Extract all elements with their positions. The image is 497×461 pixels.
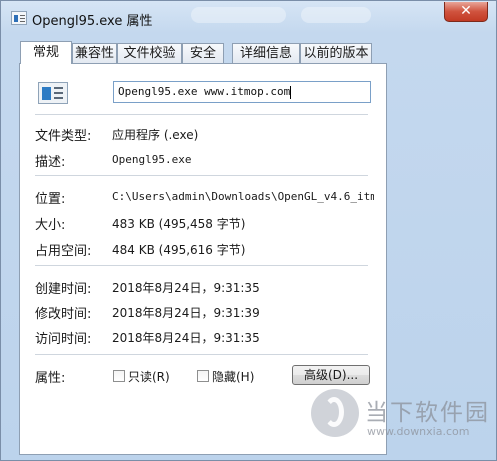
size-on-disk-value: 484 KB (495,616 字节) bbox=[112, 243, 246, 257]
modified-label: 修改时间: bbox=[35, 307, 92, 322]
title-blur-decoration bbox=[301, 7, 371, 23]
tab-details[interactable]: 详细信息 bbox=[232, 43, 300, 63]
size-value: 483 KB (495,458 字节) bbox=[112, 217, 246, 231]
file-type-label: 文件类型: bbox=[35, 129, 92, 144]
created-value: 2018年8月24日，9:31:35 bbox=[112, 281, 260, 295]
tab-compatibility[interactable]: 兼容性 bbox=[72, 43, 117, 63]
file-name-text: Opengl95.exe www.itmop.com bbox=[118, 85, 291, 98]
watermark-site-url: www.downxia.com bbox=[367, 425, 470, 438]
exe-file-icon bbox=[38, 82, 68, 104]
separator bbox=[35, 265, 368, 266]
accessed-label: 访问时间: bbox=[35, 332, 92, 347]
location-value[interactable]: C:\Users\admin\Downloads\OpenGL_v4.6_itm… bbox=[112, 190, 374, 203]
downxia-logo-icon bbox=[311, 389, 359, 437]
tab-security[interactable]: 安全 bbox=[182, 43, 224, 63]
separator bbox=[35, 175, 368, 176]
readonly-checkbox-label[interactable]: 只读(R) bbox=[128, 368, 170, 385]
file-name-input[interactable]: Opengl95.exe www.itmop.com bbox=[113, 81, 371, 103]
close-button[interactable]: ✕ bbox=[444, 2, 488, 22]
separator bbox=[35, 114, 368, 115]
window-title: Opengl95.exe 属性 bbox=[32, 14, 153, 29]
watermark-site-name: 当下软件园 bbox=[365, 400, 490, 426]
text-caret bbox=[290, 85, 292, 99]
title-blur-decoration bbox=[191, 7, 286, 23]
title-bar[interactable]: Opengl95.exe 属性 ✕ bbox=[1, 1, 496, 35]
watermark: 当下软件园 www.downxia.com bbox=[311, 389, 496, 449]
hidden-checkbox-label[interactable]: 隐藏(H) bbox=[212, 368, 254, 385]
size-on-disk-label: 占用空间: bbox=[35, 244, 92, 259]
exe-file-icon bbox=[11, 11, 27, 25]
location-label: 位置: bbox=[35, 192, 66, 207]
tab-file-checksum[interactable]: 文件校验 bbox=[117, 43, 182, 63]
tab-general[interactable]: 常规 bbox=[20, 41, 72, 64]
tab-previous-versions[interactable]: 以前的版本 bbox=[300, 43, 372, 63]
properties-window: Opengl95.exe 属性 ✕ 兼容性 文件校验 安全 详细信息 以前的版本… bbox=[0, 0, 497, 461]
separator bbox=[35, 354, 368, 355]
attributes-label: 属性: bbox=[35, 371, 66, 386]
file-type-value: 应用程序 (.exe) bbox=[112, 128, 199, 142]
modified-value: 2018年8月24日，9:31:39 bbox=[112, 306, 260, 320]
size-label: 大小: bbox=[35, 218, 66, 233]
description-value: Opengl95.exe bbox=[112, 153, 192, 166]
advanced-button[interactable]: 高级(D)... bbox=[292, 365, 370, 385]
created-label: 创建时间: bbox=[35, 282, 92, 297]
description-label: 描述: bbox=[35, 155, 66, 170]
readonly-checkbox[interactable] bbox=[113, 370, 125, 382]
accessed-value: 2018年8月24日，9:31:35 bbox=[112, 331, 260, 345]
close-icon: ✕ bbox=[460, 3, 472, 19]
hidden-checkbox[interactable] bbox=[197, 370, 209, 382]
